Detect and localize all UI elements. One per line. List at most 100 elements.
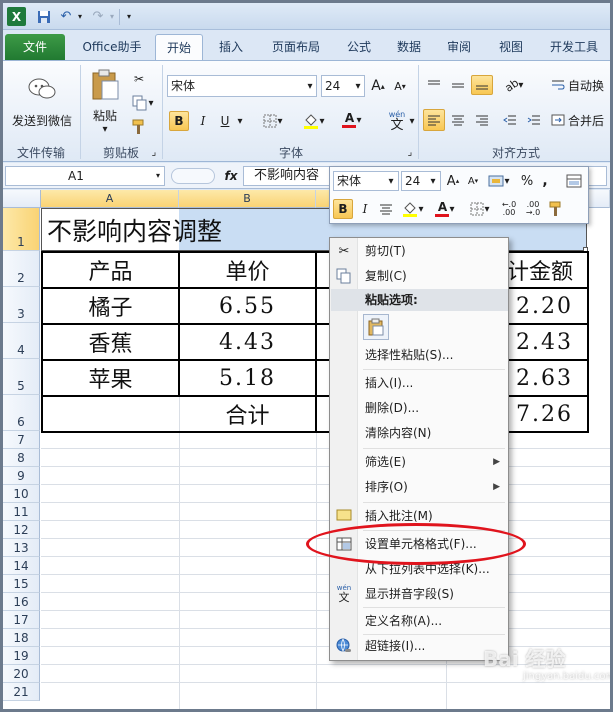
name-box[interactable]: A1 ▾	[5, 166, 165, 186]
total-label-cell[interactable]: 合计	[180, 397, 315, 431]
menu-item-format-cells[interactable]: 设置单元格格式(F)...	[358, 533, 508, 555]
paste-button[interactable]: 粘贴 ▾	[85, 65, 125, 139]
row-header[interactable]: 17	[3, 611, 40, 629]
table-cell[interactable]: 5.18	[180, 361, 315, 395]
row-header[interactable]: 11	[3, 503, 40, 521]
copy-icon[interactable]: ▾	[129, 93, 157, 113]
tab-formulas[interactable]: 公式	[337, 34, 381, 60]
paste-option-icon[interactable]	[363, 314, 389, 340]
font-color-button[interactable]: A ▾	[337, 109, 367, 131]
orientation-icon[interactable]: ab ▾	[499, 75, 529, 95]
redo-dropdown-icon[interactable]: ▾	[107, 7, 117, 26]
phonetic-dropdown-icon[interactable]: ▾	[407, 113, 417, 129]
tab-view[interactable]: 视图	[489, 34, 533, 60]
menu-item-insert-comment[interactable]: 插入批注(M)	[358, 505, 508, 527]
grow-font-button[interactable]: A ▴	[369, 76, 387, 96]
font-name-select[interactable]: 宋体	[167, 75, 317, 97]
row-header[interactable]: 18	[3, 629, 40, 647]
merge-center-button[interactable]: 合并后	[551, 109, 609, 131]
redo-icon[interactable]: ↷	[89, 7, 107, 26]
menu-item-filter[interactable]: 筛选(E) ▶	[358, 451, 508, 473]
row-header[interactable]: 7	[3, 431, 40, 449]
mini-shrink-font-icon[interactable]: A ▾	[464, 171, 482, 191]
tab-file[interactable]: 文件	[5, 34, 65, 60]
send-to-wechat-button[interactable]: 发送到微信	[11, 67, 73, 137]
menu-item-cut[interactable]: 剪切(T)	[358, 240, 508, 262]
table-cell[interactable]: 橘子	[43, 289, 178, 323]
borders-button[interactable]: ▾	[259, 111, 287, 131]
tab-developer[interactable]: 开发工具	[539, 34, 609, 60]
decrease-indent-icon[interactable]	[499, 109, 521, 131]
menu-item-define-name[interactable]: 定义名称(A)...	[358, 610, 508, 632]
column-header-b[interactable]: B	[179, 190, 316, 208]
row-header[interactable]: 21	[3, 683, 40, 701]
font-size-dropdown-icon[interactable]: ▾	[353, 79, 363, 93]
cut-icon[interactable]: ✂	[129, 69, 149, 89]
row-header[interactable]: 10	[3, 485, 40, 503]
customize-qa-icon[interactable]: ▾	[123, 7, 135, 26]
fill-color-button[interactable]: ▾	[299, 111, 329, 131]
row-header[interactable]: 16	[3, 593, 40, 611]
formula-bar-resize-handle[interactable]	[171, 168, 215, 184]
mini-bold-button[interactable]: B	[333, 199, 353, 219]
row-header[interactable]: 9	[3, 467, 40, 485]
mini-decrease-decimal-icon[interactable]: .00 →.0	[522, 199, 544, 219]
row-header[interactable]: 20	[3, 665, 40, 683]
tab-review[interactable]: 审阅	[437, 34, 481, 60]
name-box-dropdown-icon[interactable]: ▾	[156, 167, 160, 185]
mini-percent-button[interactable]: %	[518, 171, 536, 191]
wrap-text-button[interactable]: 自动换	[551, 75, 609, 95]
align-right-icon[interactable]	[471, 109, 493, 131]
table-cell[interactable]: 6.55	[180, 289, 315, 323]
mini-italic-button[interactable]: I	[356, 199, 374, 219]
worksheet-grid[interactable]: A B C D 1 2 3 4 5 6 7 8 9 10 11 12 13 14…	[3, 190, 610, 709]
mini-font-size-dropdown-icon[interactable]: ▾	[428, 174, 438, 188]
row-header[interactable]: 1	[3, 208, 40, 251]
italic-button[interactable]: I	[193, 111, 213, 131]
mini-comma-button[interactable]: ,	[538, 171, 552, 191]
row-header[interactable]: 5	[3, 359, 40, 395]
row-header[interactable]: 19	[3, 647, 40, 665]
increase-indent-icon[interactable]	[523, 109, 545, 131]
font-launcher-icon[interactable]: ⌟	[405, 147, 415, 158]
row-header[interactable]: 2	[3, 251, 40, 287]
clipboard-launcher-icon[interactable]: ⌟	[149, 147, 159, 158]
menu-item-insert[interactable]: 插入(I)...	[358, 372, 508, 394]
mini-center-align-icon[interactable]	[376, 199, 396, 219]
mini-borders-icon[interactable]: ▾	[466, 199, 494, 219]
undo-icon[interactable]: ↶	[57, 7, 75, 26]
tab-insert[interactable]: 插入	[209, 34, 253, 60]
mini-font-name-dropdown-icon[interactable]: ▾	[386, 174, 396, 188]
mini-font-color-icon[interactable]: A ▾	[430, 198, 460, 220]
sheet-title-cell[interactable]: 不影响内容调整	[43, 208, 343, 251]
underline-dropdown-icon[interactable]: ▾	[235, 113, 245, 129]
menu-item-paste-special[interactable]: 选择性粘贴(S)...	[358, 344, 508, 366]
row-header[interactable]: 14	[3, 557, 40, 575]
row-header[interactable]: 8	[3, 449, 40, 467]
mini-increase-decimal-icon[interactable]: ←.0.00	[498, 199, 520, 219]
header-product[interactable]: 产品	[43, 253, 178, 287]
table-cell[interactable]: 香蕉	[43, 325, 178, 359]
tab-office-assistant[interactable]: Office助手	[71, 34, 153, 60]
underline-button[interactable]: U	[215, 111, 235, 131]
shrink-font-button[interactable]: A ▾	[391, 76, 409, 96]
table-cell[interactable]: 苹果	[43, 361, 178, 395]
align-middle-icon[interactable]	[447, 75, 469, 95]
mini-fill-color-icon[interactable]: ▾	[398, 199, 428, 219]
tab-data[interactable]: 数据	[387, 34, 431, 60]
menu-item-delete[interactable]: 删除(D)...	[358, 397, 508, 419]
bold-button[interactable]: B	[169, 111, 189, 131]
mini-grow-font-icon[interactable]: A ▴	[444, 171, 462, 191]
align-bottom-icon[interactable]	[471, 75, 493, 95]
table-cell[interactable]: 4.43	[180, 325, 315, 359]
menu-item-phonetic-field[interactable]: 显示拼音字段(S)	[358, 583, 508, 605]
row-header[interactable]: 15	[3, 575, 40, 593]
column-header-a[interactable]: A	[41, 190, 179, 208]
align-left-icon[interactable]	[423, 109, 445, 131]
row-header[interactable]: 12	[3, 521, 40, 539]
row-header[interactable]: 13	[3, 539, 40, 557]
mini-format-painter-icon[interactable]	[546, 199, 566, 219]
insert-function-button[interactable]: fx	[221, 166, 241, 186]
tab-home[interactable]: 开始	[155, 34, 203, 60]
save-icon[interactable]	[35, 7, 53, 26]
